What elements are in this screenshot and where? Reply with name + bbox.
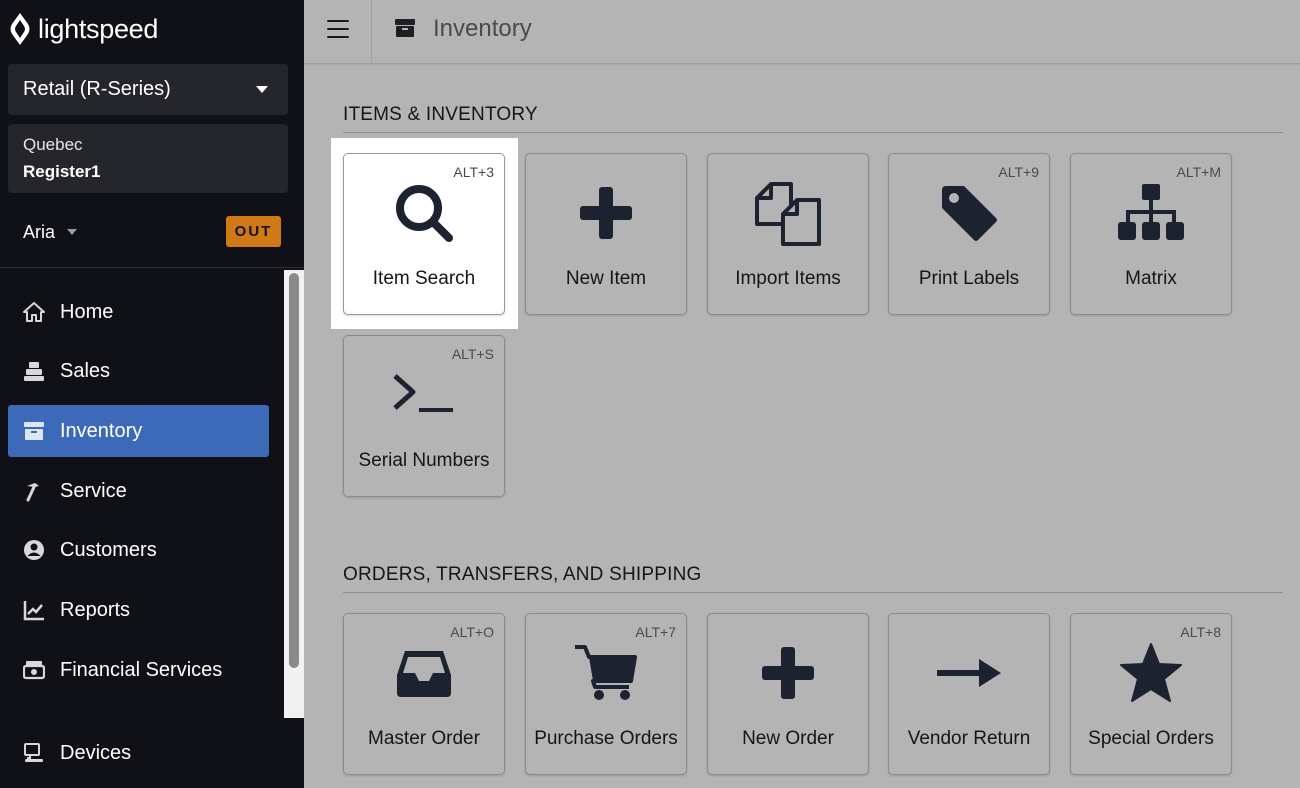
user-menu[interactable]: Aria OUT	[23, 216, 281, 248]
tile-shortcut: ALT+8	[1180, 624, 1221, 640]
tile-shortcut: ALT+7	[635, 624, 676, 640]
tile-label: Matrix	[1125, 268, 1177, 289]
plus-icon	[708, 640, 868, 706]
tile-special-orders[interactable]: ALT+8 Special Orders	[1070, 613, 1232, 775]
tile-label: Purchase Orders	[534, 728, 678, 749]
flame-icon	[10, 13, 30, 45]
arrow-right-icon	[889, 640, 1049, 706]
tag-icon	[889, 180, 1049, 246]
home-icon	[22, 300, 46, 324]
cart-icon	[526, 640, 686, 706]
sidebar-item-label: Service	[60, 479, 127, 502]
tile-shortcut: ALT+S	[451, 346, 494, 362]
sidebar-item-financial-services[interactable]: Financial Services	[8, 644, 269, 696]
sidebar-item-reports[interactable]: Reports	[8, 584, 269, 636]
register-info[interactable]: Quebec Register1	[8, 124, 288, 193]
tile-new-item[interactable]: New Item	[525, 153, 687, 315]
tile-print-labels[interactable]: ALT+9 Print Labels	[888, 153, 1050, 315]
product-select[interactable]: Retail (R-Series)	[8, 64, 288, 115]
header-divider	[371, 0, 372, 64]
tile-serial-numbers[interactable]: ALT+S Serial Numbers	[343, 335, 505, 497]
tile-vendor-return[interactable]: Vendor Return	[888, 613, 1050, 775]
sidebar-item-service[interactable]: Service	[8, 465, 269, 517]
product-select-value: Retail (R-Series)	[23, 78, 171, 100]
user-name: Aria	[23, 221, 56, 242]
tile-shortcut: ALT+3	[453, 164, 494, 180]
customer-icon	[22, 538, 46, 562]
sidebar-item-customers[interactable]: Customers	[8, 524, 269, 576]
sidebar-item-label: Reports	[60, 598, 131, 621]
chart-icon	[22, 598, 46, 622]
devices-icon	[22, 741, 46, 765]
tile-shortcut: ALT+O	[450, 624, 494, 640]
tile-shortcut: ALT+M	[1176, 164, 1221, 180]
sidebar-divider	[0, 267, 304, 268]
tile-label: Vendor Return	[907, 728, 1031, 749]
terminal-icon	[344, 362, 504, 428]
sidebar-item-home[interactable]: Home	[8, 286, 269, 338]
sidebar-item-label: Home	[60, 300, 114, 323]
logo[interactable]: lightspeed	[8, 10, 158, 48]
tile-matrix[interactable]: ALT+M Matrix	[1070, 153, 1232, 315]
tile-import-items[interactable]: Import Items	[707, 153, 869, 315]
top-bar: Inventory	[304, 0, 1300, 64]
sidebar-item-label: Sales	[60, 359, 111, 382]
caret-down-icon	[67, 229, 78, 235]
sidebar-item-label: Devices	[60, 741, 132, 764]
hammer-icon	[22, 479, 46, 503]
sidebar-item-label: Inventory	[60, 419, 143, 442]
tile-item-search[interactable]: ALT+3 Item Search	[343, 153, 505, 315]
tile-label: Item Search	[372, 268, 476, 289]
tile-master-order[interactable]: ALT+O Master Order	[343, 613, 505, 775]
copy-icon	[708, 180, 868, 246]
sidebar: lightspeed Retail (R-Series) Quebec Regi…	[0, 0, 304, 788]
section-title-orders-transfers-shipping: ORDERS, TRANSFERS, AND SHIPPING	[343, 564, 702, 585]
tile-label: Special Orders	[1088, 728, 1214, 749]
cash-icon	[22, 658, 46, 682]
star-icon	[1071, 640, 1231, 706]
sidebar-item-label: Financial Services	[60, 658, 223, 681]
tile-label: New Order	[742, 728, 834, 749]
inbox-icon	[344, 640, 504, 706]
plus-icon	[526, 180, 686, 246]
section-divider	[343, 132, 1283, 133]
caret-down-icon	[256, 86, 268, 93]
register-name: Register1	[23, 162, 101, 181]
tile-label: New Item	[565, 268, 647, 289]
tile-label: Import Items	[735, 268, 841, 289]
tile-purchase-orders[interactable]: ALT+7 Purchase Orders	[525, 613, 687, 775]
logo-text: lightspeed	[38, 13, 159, 44]
hamburger-menu-icon[interactable]	[327, 20, 349, 38]
tile-new-order[interactable]: New Order	[707, 613, 869, 775]
section-divider	[343, 592, 1283, 593]
sidebar-scrollbar-thumb[interactable]	[289, 273, 299, 668]
tile-label: Serial Numbers	[358, 450, 490, 471]
clock-out-badge[interactable]: OUT	[226, 216, 281, 247]
sidebar-item-inventory[interactable]: Inventory	[8, 405, 269, 457]
inventory-icon	[394, 17, 416, 44]
sidebar-item-sales[interactable]: Sales	[8, 345, 269, 397]
shop-name: Quebec	[23, 135, 83, 154]
sidebar-item-devices[interactable]: Devices	[8, 727, 269, 779]
sidebar-item-label: Customers	[60, 538, 157, 561]
tile-label: Print Labels	[918, 268, 1020, 289]
inventory-icon	[22, 419, 46, 443]
tile-shortcut: ALT+9	[998, 164, 1039, 180]
search-icon	[344, 180, 504, 246]
page-title: Inventory	[433, 15, 532, 42]
sitemap-icon	[1071, 180, 1231, 246]
tile-label: Master Order	[368, 728, 480, 749]
register-icon	[22, 359, 46, 383]
section-title-items-inventory: ITEMS & INVENTORY	[343, 104, 538, 125]
